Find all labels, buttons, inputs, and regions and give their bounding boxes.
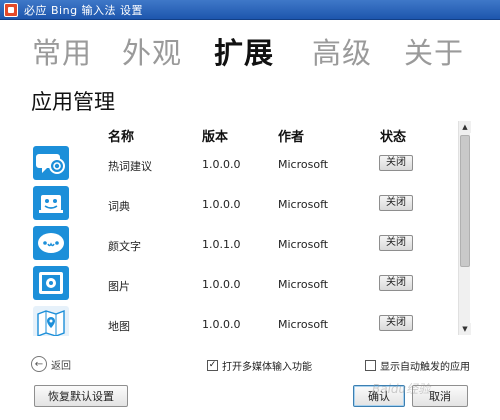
- app-row-images: 图片 1.0.0.0 Microsoft 关闭: [0, 264, 458, 304]
- app-version: 1.0.0.0: [202, 278, 241, 291]
- back-label: 返回: [51, 360, 71, 372]
- column-header-author: 作者: [278, 130, 305, 145]
- tab-common[interactable]: 常用: [32, 30, 92, 72]
- dictionary-book-icon: [33, 186, 69, 220]
- auto-trigger-option[interactable]: 显示自动触发的应用: [365, 358, 470, 373]
- chat-bubble-search-icon: [33, 146, 69, 180]
- app-name: 地图: [108, 320, 130, 333]
- app-row-dictionary: 词典 1.0.0.0 Microsoft 关闭: [0, 184, 458, 224]
- vertical-scrollbar[interactable]: ▲ ▼: [458, 121, 471, 335]
- cancel-button[interactable]: 取消: [412, 385, 468, 407]
- app-name: 词典: [108, 200, 130, 213]
- multimedia-checkbox[interactable]: ✓: [207, 360, 218, 371]
- auto-trigger-label: 显示自动触发的应用: [380, 362, 470, 373]
- column-header-name: 名称: [108, 130, 135, 145]
- app-author: Microsoft: [278, 198, 329, 211]
- app-author: Microsoft: [278, 278, 329, 291]
- emoticon-face-icon: [33, 226, 69, 260]
- disable-button[interactable]: 关闭: [379, 235, 413, 251]
- tab-bar: 常用 外观 扩展 高级 关于: [0, 30, 500, 76]
- multimedia-label: 打开多媒体输入功能: [222, 362, 312, 373]
- scroll-thumb[interactable]: [460, 135, 470, 267]
- restore-defaults-button[interactable]: 恢复默认设置: [34, 385, 128, 407]
- app-row-hot-words: 热词建议 1.0.0.0 Microsoft 关闭: [0, 144, 458, 184]
- app-author: Microsoft: [278, 318, 329, 331]
- app-row-map: 地图 1.0.0.0 Microsoft 关闭: [0, 304, 458, 336]
- back-button[interactable]: ← 返回: [31, 356, 71, 372]
- app-version: 1.0.1.0: [202, 238, 241, 251]
- disable-button[interactable]: 关闭: [379, 315, 413, 331]
- app-name: 图片: [108, 280, 130, 293]
- app-name: 热词建议: [108, 160, 152, 173]
- app-author: Microsoft: [278, 238, 329, 251]
- app-version: 1.0.0.0: [202, 158, 241, 171]
- map-pin-icon: [33, 306, 69, 336]
- app-list: 热词建议 1.0.0.0 Microsoft 关闭 词典 1.0.0.0 Mic…: [0, 144, 458, 336]
- app-logo-icon: [4, 2, 18, 17]
- column-header-status: 状态: [380, 130, 407, 145]
- scroll-up-arrow-icon[interactable]: ▲: [459, 121, 471, 133]
- disable-button[interactable]: 关闭: [379, 195, 413, 211]
- back-arrow-icon: ←: [31, 356, 47, 372]
- tab-extensions[interactable]: 扩展: [214, 30, 274, 72]
- title-bar: 必应 Bing 输入法 设置: [0, 0, 500, 20]
- tab-appearance[interactable]: 外观: [122, 30, 182, 72]
- disable-button[interactable]: 关闭: [379, 275, 413, 291]
- disable-button[interactable]: 关闭: [379, 155, 413, 171]
- column-header-version: 版本: [202, 130, 229, 145]
- app-author: Microsoft: [278, 158, 329, 171]
- app-version: 1.0.0.0: [202, 198, 241, 211]
- section-title: 应用管理: [31, 90, 115, 114]
- image-frame-icon: [33, 266, 69, 300]
- window-title: 必应 Bing 输入法 设置: [24, 3, 144, 17]
- app-name: 颜文字: [108, 240, 141, 253]
- auto-trigger-checkbox[interactable]: [365, 360, 376, 371]
- app-version: 1.0.0.0: [202, 318, 241, 331]
- tab-about[interactable]: 关于: [404, 30, 464, 72]
- confirm-button[interactable]: 确认: [353, 385, 405, 407]
- app-row-emoticons: 颜文字 1.0.1.0 Microsoft 关闭: [0, 224, 458, 264]
- multimedia-option[interactable]: ✓ 打开多媒体输入功能: [207, 358, 312, 373]
- scroll-down-arrow-icon[interactable]: ▼: [459, 323, 471, 335]
- tab-advanced[interactable]: 高级: [312, 30, 372, 72]
